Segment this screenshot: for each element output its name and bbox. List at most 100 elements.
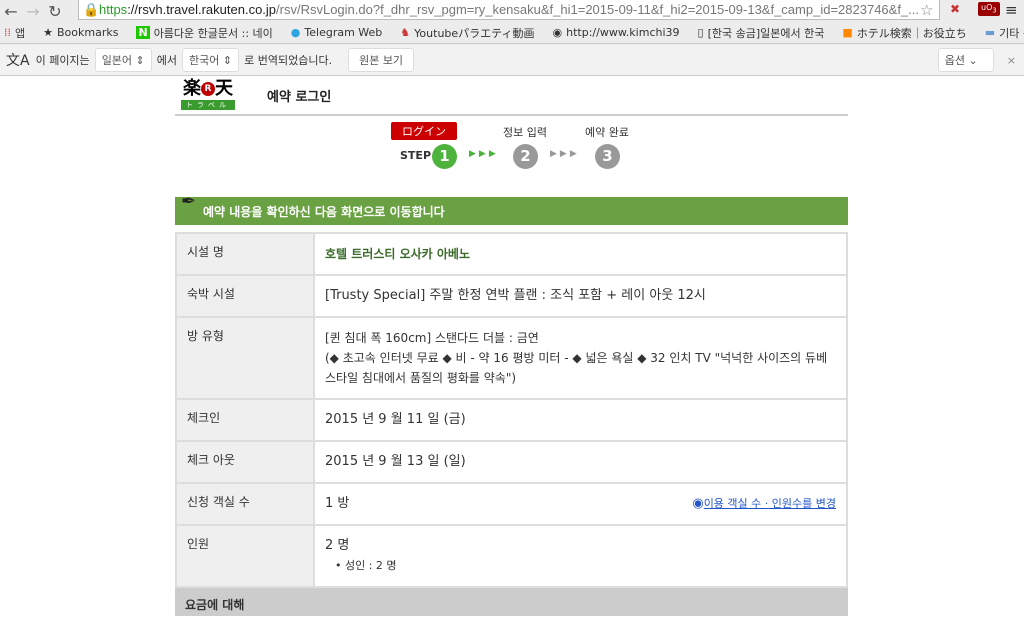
table-row: 신청 객실 수 1 방 ◉이용 객실 수 · 인원수를 변경 xyxy=(175,482,847,526)
play-circle-icon: ◉ xyxy=(692,496,704,511)
row-label: 체크 아웃 xyxy=(175,440,315,484)
step3-label: 예약 완료 xyxy=(585,126,629,139)
site-icon: ♞ xyxy=(400,26,411,39)
checkout-value: 2015 년 9 월 13 일 (일) xyxy=(313,440,848,484)
hotel-name: 호텔 트러스티 오사카 아베노 xyxy=(313,232,848,276)
bookmark-hotel[interactable]: ■ ホテル検索｜お役立ち xyxy=(842,25,966,41)
bookmark-label: Bookmarks xyxy=(57,26,119,39)
source-language-select[interactable]: 일본어 ⇕ xyxy=(94,48,152,72)
bookmark-label: Youtubeパラエティ動画 xyxy=(414,26,535,40)
reload-icon[interactable]: ↻ xyxy=(44,2,66,21)
flag-icon: ◉ xyxy=(552,26,563,39)
change-rooms-link-text[interactable]: 이용 객실 수 · 인원수를 변경 xyxy=(704,497,836,510)
target-language-select[interactable]: 한국어 ⇕ xyxy=(182,48,240,72)
url-host: ://rsvh.travel.rakuten.co.jp xyxy=(127,2,277,17)
row-label: 신청 객실 수 xyxy=(175,482,315,526)
room-type-details: (◆ 초고속 인터넷 무료 ◆ 비 - 약 16 평방 미터 - ◆ 넓은 욕실… xyxy=(325,351,828,385)
rooms-value: 1 방 xyxy=(325,496,350,511)
bookmark-youtube[interactable]: ♞ Youtubeパラエティ動画 xyxy=(400,25,534,41)
plan-value: [Trusty Special] 주말 한정 연박 플랜 : 조식 포함 + 레… xyxy=(313,274,848,318)
star-icon: ★ xyxy=(43,26,53,39)
telegram-icon: ● xyxy=(290,26,301,39)
step1-circle: 1 xyxy=(432,144,457,169)
bookmark-label: 앱 xyxy=(15,26,26,40)
folder-icon: ▬ xyxy=(984,26,996,39)
naver-icon: N xyxy=(136,26,150,39)
reservation-details-table: 시설 명 호텔 트러스티 오사카 아베노 숙박 시설 [Trusty Special… xyxy=(175,232,848,588)
bookmark-remit[interactable]: ▯ [한국 송금]일본에서 한국 xyxy=(698,25,825,41)
rakuten-travel-logo[interactable]: 楽R天 トラベル xyxy=(179,78,237,112)
table-row: 방 유형 [퀸 침대 폭 160cm] 스탠다드 더블 : 금연 (◆ 초고속 인터… xyxy=(175,316,848,400)
change-rooms-link[interactable]: ◉이용 객실 수 · 인원수를 변경 xyxy=(692,494,836,514)
other-bookmarks[interactable]: ▬기타 북마크 xyxy=(985,25,1024,41)
bookmark-label: 기타 북마크 xyxy=(999,26,1024,40)
adults-value: • 성인 : 2 명 xyxy=(335,559,397,572)
reservation-page: 楽R天 トラベル 예약 로그인 ログイン 정보 입력 예약 완료 STEP 1 … xyxy=(175,76,848,616)
lock-icon: 🔒 xyxy=(83,1,100,17)
source-language: 일본어 xyxy=(101,54,133,67)
translate-suffix: 로 번역되었습니다. xyxy=(244,54,333,67)
url-path: /rsv/RsvLogin.do?f_dhr_rsv_pgm=ry_kensak… xyxy=(276,2,919,17)
bookmark-label: Telegram Web xyxy=(304,26,383,39)
row-label: 숙박 시설 xyxy=(175,274,315,318)
step2-label: 정보 입력 xyxy=(503,126,547,139)
nav-buttons: ← → ↻ xyxy=(0,0,66,22)
show-original-button[interactable]: 원본 보기 xyxy=(348,48,415,72)
star-icon[interactable]: ☆ xyxy=(920,1,933,19)
address-bar[interactable]: 🔒 https://rsvh.travel.rakuten.co.jp/rsv/… xyxy=(78,0,940,20)
banner-text: 예약 내용을 확인하신 다음 화면으로 이동합니다 xyxy=(203,204,445,219)
site-icon: ■ xyxy=(842,26,853,39)
browser-chrome: ← → ↻ 🔒 https://rsvh.travel.rakuten.co.j… xyxy=(0,0,1024,76)
extension-icon[interactable]: ✖ xyxy=(950,2,960,16)
ublock-count: 3 xyxy=(992,6,997,15)
table-row: 체크인 2015 년 9 월 11 일 (금) xyxy=(175,398,848,442)
row-label: 방 유형 xyxy=(175,316,315,400)
bookmark-bookmarks[interactable]: ★ Bookmarks xyxy=(43,26,118,39)
bookmark-label: http://www.kimchi39 xyxy=(566,26,680,39)
translate-mid: 에서 xyxy=(156,54,178,67)
row-label: 체크인 xyxy=(175,398,315,442)
options-label: 옵션 xyxy=(944,54,966,67)
arrow-icon: ▶▶▶ xyxy=(469,149,499,159)
ublock-icon[interactable]: uO3 xyxy=(978,2,1000,16)
back-icon[interactable]: ← xyxy=(0,2,22,21)
step-indicator: ログイン 정보 입력 예약 완료 STEP 1 ▶▶▶ 2 ▶▶▶ 3 xyxy=(175,116,848,196)
row-label: 시설 명 xyxy=(175,232,315,276)
bookmark-label: 아름다운 한글문서 :: 네이 xyxy=(153,26,273,40)
apps-icon: ⁞⁞ xyxy=(4,26,11,39)
bookmarks-bar: ⁞⁞ 앱 ★ Bookmarks N 아름다운 한글문서 :: 네이 ● Telegra… xyxy=(0,22,1024,44)
url-scheme: https xyxy=(99,2,128,17)
menu-icon[interactable]: ≡ xyxy=(1005,1,1018,19)
table-row: 체크 아웃 2015 년 9 월 13 일 (일) xyxy=(175,440,848,484)
arrow-icon: ▶▶▶ xyxy=(550,149,580,159)
table-row: 숙박 시설 [Trusty Special] 주말 한정 연박 플랜 : 조식 포… xyxy=(175,274,848,318)
forward-icon[interactable]: → xyxy=(22,2,44,21)
translate-prefix: 이 페이지는 xyxy=(35,54,90,67)
room-type-value: [퀸 침대 폭 160cm] 스탠다드 더블 : 금연 xyxy=(325,331,539,345)
bookmark-naver[interactable]: N 아름다운 한글문서 :: 네이 xyxy=(136,25,273,41)
options-select[interactable]: 옵션 ⌄ xyxy=(937,48,994,72)
table-row: 시설 명 호텔 트러스티 오사카 아베노 xyxy=(175,232,848,276)
page-icon: ▯ xyxy=(697,26,704,39)
bookmark-kimchi[interactable]: ◉ http://www.kimchi39 xyxy=(553,26,680,39)
translate-bar: 文A 이 페이지는 일본어 ⇕ 에서 한국어 ⇕ 로 번역되었습니다. 원본 보… xyxy=(0,45,1024,76)
guests-value: 2 명 xyxy=(325,538,350,553)
checkin-value: 2015 년 9 월 11 일 (금) xyxy=(313,398,848,442)
table-row: 인원 2 명 • 성인 : 2 명 xyxy=(175,524,848,588)
bookmark-label: ホテル検索｜お役立ち xyxy=(856,26,967,40)
page-title: 예약 로그인 xyxy=(267,89,332,105)
step3-circle: 3 xyxy=(595,144,620,169)
bookmark-telegram[interactable]: ● Telegram Web xyxy=(291,26,383,39)
fee-section-header: 요금에 대해 xyxy=(175,586,848,616)
bookmark-apps[interactable]: ⁞⁞ 앱 xyxy=(4,25,25,41)
info-banner: ✒ 예약 내용을 확인하신 다음 화면으로 이동합니다 xyxy=(175,191,848,225)
row-label: 인원 xyxy=(175,524,315,588)
step2-circle: 2 xyxy=(513,144,538,169)
target-language: 한국어 xyxy=(189,54,220,67)
bookmark-label: [한국 송금]일본에서 한국 xyxy=(707,26,825,40)
translate-icon: 文A xyxy=(6,53,30,69)
close-icon[interactable]: × xyxy=(1007,54,1016,67)
page-header: 楽R天 トラベル 예약 로그인 xyxy=(175,76,848,116)
step-label: STEP xyxy=(400,149,432,162)
current-step-bubble: ログイン xyxy=(391,122,457,140)
